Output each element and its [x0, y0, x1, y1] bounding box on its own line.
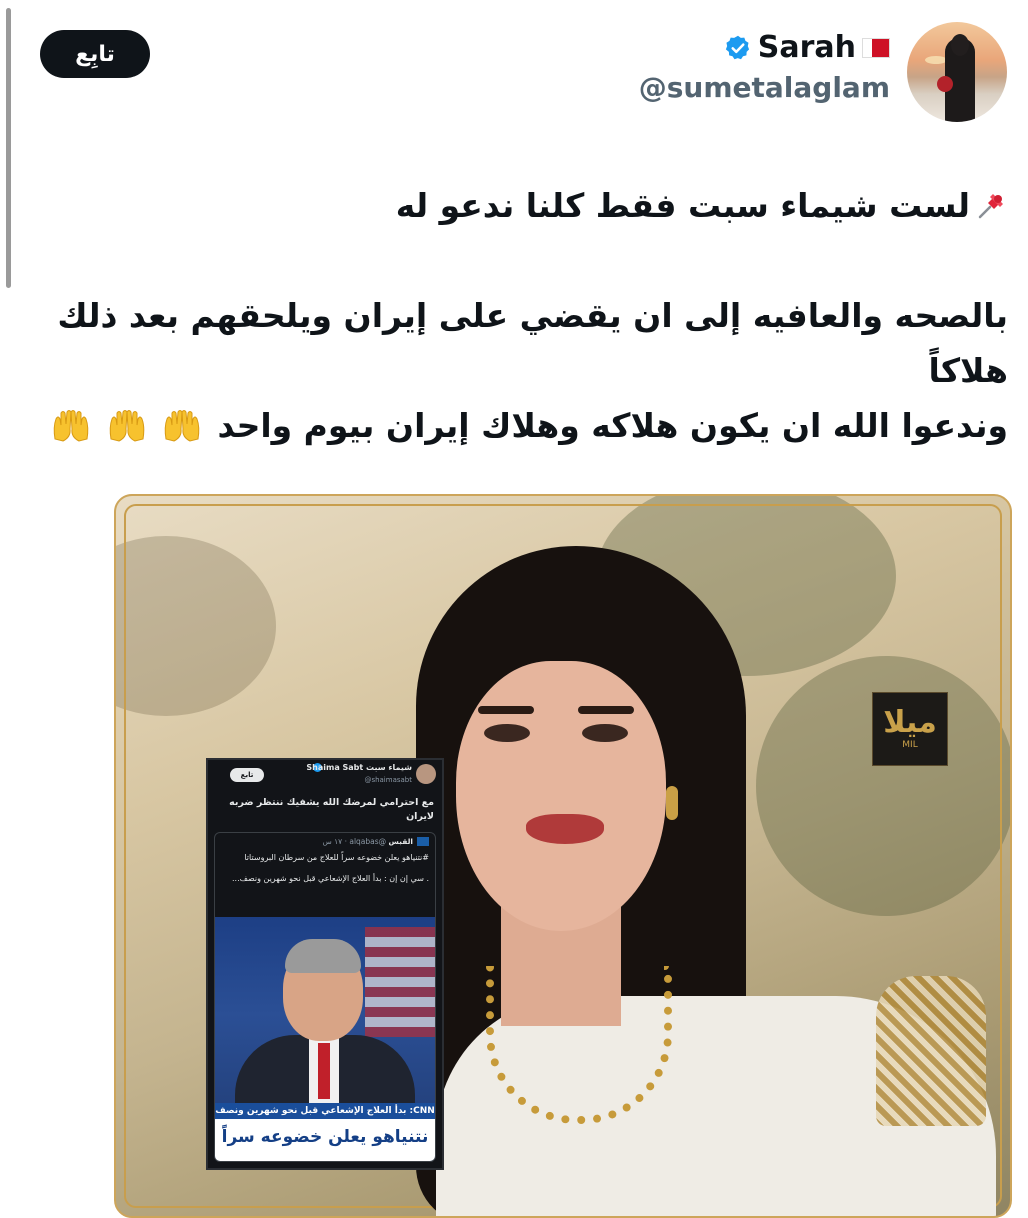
- flag-background: [365, 927, 435, 1037]
- avatar-head: [951, 34, 969, 56]
- raising-hands-icon: [109, 410, 144, 442]
- verified-badge-icon: [725, 35, 749, 59]
- quote-spacer: [224, 864, 429, 872]
- eye: [484, 724, 530, 742]
- quote-name: القبس: [388, 837, 413, 846]
- quote-body: #نتنياهو يعلن خضوعه سراً للعلاج من سرطان…: [224, 851, 429, 885]
- tweet-line-3: هلاكاً: [928, 351, 1008, 390]
- quote-line-2: . سي إن إن : بدأ العلاج الإشعاعي قبل نحو…: [232, 874, 429, 883]
- quote-meta: @alqabas · ١٧ س: [322, 837, 387, 846]
- user-handle[interactable]: @sumetalaglam: [639, 71, 890, 104]
- scrollbar[interactable]: [6, 8, 11, 288]
- eyebrow: [578, 706, 634, 714]
- watermark-logo: ميلا MIL: [872, 692, 948, 766]
- tweet-text: لست شيماء سبت فقط كلنا ندعو له بالصحه وا…: [18, 178, 1008, 453]
- logo-sub: MIL: [902, 740, 918, 750]
- inset-name: Shaima Sabt شيماء سبت: [306, 763, 412, 772]
- raising-hands-icon: [53, 410, 89, 442]
- man-hair: [285, 939, 361, 973]
- quote-photo: CNN: بدأ العلاج الإشعاعي قبل نحو شهرين و…: [215, 917, 435, 1161]
- follow-button[interactable]: تابِع: [40, 30, 150, 78]
- logo-mark: ميلا: [883, 705, 937, 740]
- inset-follow-button: تابع: [230, 768, 264, 782]
- raising-hands-icon: [164, 410, 200, 442]
- gold-embroidery: [876, 976, 986, 1126]
- woman-face: [456, 661, 666, 931]
- avatar[interactable]: [907, 22, 1007, 122]
- caption-top: CNN: بدأ العلاج الإشعاعي قبل نحو شهرين و…: [215, 1103, 435, 1119]
- inset-handle: @shaimasabt: [364, 776, 412, 784]
- inset-quoted-tweet: القبس @alqabas · ١٧ س #نتنياهو يعلن خضوع…: [214, 832, 436, 1162]
- name-row: Sarah: [639, 30, 890, 65]
- avatar-sun: [925, 56, 947, 64]
- tweet-line-2: بالصحه والعافيه إلى ان يقضي على إيران وي…: [57, 296, 1008, 335]
- inset-tweet-text: مع احترامي لمرضك الله يشفيك ننتظر ضربه ل…: [229, 797, 434, 822]
- caption-main: نتنياهو يعلن خضوعه سراً: [221, 1127, 429, 1147]
- bahrain-flag-icon: [862, 37, 890, 58]
- display-name[interactable]: Sarah: [758, 30, 856, 65]
- photo-caption: CNN: بدأ العلاج الإشعاعي قبل نحو شهرين و…: [215, 1103, 435, 1161]
- earring: [666, 786, 678, 820]
- quote-line-1: #نتنياهو يعلن خضوعه سراً للعلاج من سرطان…: [244, 853, 429, 862]
- inset-avatar: [416, 764, 436, 784]
- inset-header: تابع Shaima Sabt شيماء سبت @shaimasabt: [208, 760, 442, 796]
- eye: [582, 724, 628, 742]
- tweet-media-image[interactable]: ميلا MIL تابع Shaima Sabt شيماء سبت @sha…: [114, 494, 1012, 1218]
- user-info[interactable]: Sarah @sumetalaglam: [639, 30, 890, 104]
- pushpin-icon: [978, 194, 1003, 219]
- tweet-spacer: [18, 233, 1008, 288]
- embedded-tweet-screenshot: تابع Shaima Sabt شيماء سبت @shaimasabt م…: [206, 758, 444, 1170]
- man-tie: [318, 1043, 330, 1099]
- quote-header: القبس @alqabas · ١٧ س: [323, 837, 413, 846]
- lips: [526, 814, 604, 844]
- tweet-line-4: وندعوا الله ان يكون هلاكه وهلاك إيران بي…: [18, 398, 1008, 453]
- tweet-line-4-text: وندعوا الله ان يكون هلاكه وهلاك إيران بي…: [217, 406, 1008, 445]
- quote-logo-icon: [417, 837, 429, 846]
- tweet-line-1: لست شيماء سبت فقط كلنا ندعو له: [18, 178, 1008, 233]
- avatar-flowers: [937, 76, 953, 92]
- eyebrow: [478, 706, 534, 714]
- tweet-line-1-text: لست شيماء سبت فقط كلنا ندعو له: [395, 186, 970, 225]
